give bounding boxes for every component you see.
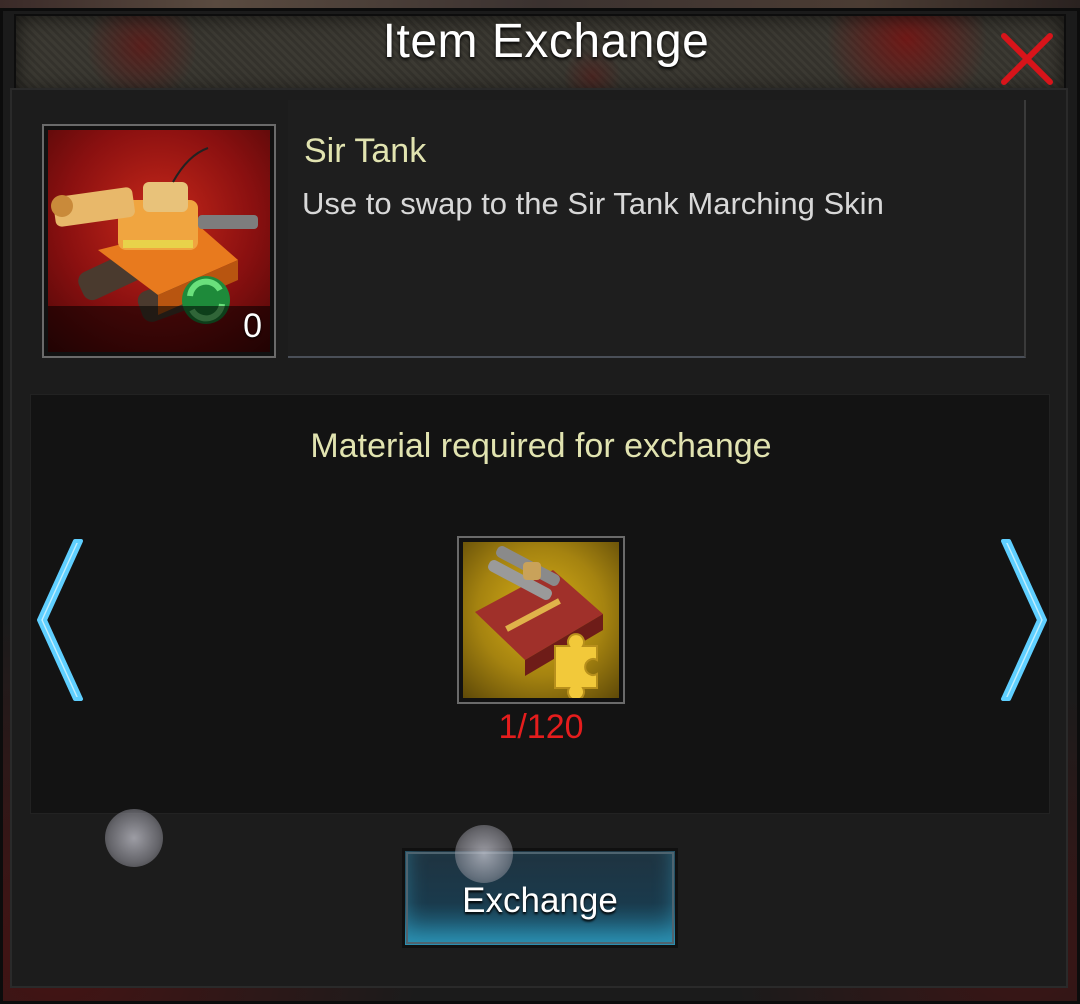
touch-indicator — [455, 825, 513, 883]
item-description-box: Sir Tank Use to swap to the Sir Tank Mar… — [288, 100, 1026, 358]
previous-material-button[interactable] — [35, 537, 91, 703]
chevron-right-icon — [1001, 539, 1047, 701]
sir-tank-skin-icon: 0 — [48, 130, 270, 352]
material-title: Material required for exchange — [310, 427, 772, 465]
close-x-icon — [1001, 33, 1053, 85]
tank-puzzle-piece-icon — [463, 542, 619, 698]
material-progress: 1/120 — [498, 708, 584, 746]
item-name: Sir Tank — [304, 132, 427, 170]
material-panel: Material required for exchange 1/120 — [30, 394, 1050, 814]
item-count: 0 — [243, 307, 262, 345]
item-icon-frame: 0 — [42, 124, 276, 358]
chevron-left-icon — [37, 539, 83, 701]
next-material-button[interactable] — [993, 537, 1049, 703]
exchange-button[interactable]: Exchange — [402, 848, 678, 948]
close-button[interactable] — [996, 28, 1058, 90]
dialog-title: Item Exchange — [382, 15, 710, 68]
item-count-bar — [48, 306, 270, 352]
item-description: Use to swap to the Sir Tank Marching Ski… — [302, 186, 884, 221]
material-icon-frame[interactable] — [457, 536, 625, 704]
exchange-button-label: Exchange — [462, 881, 618, 920]
touch-indicator — [105, 809, 163, 867]
